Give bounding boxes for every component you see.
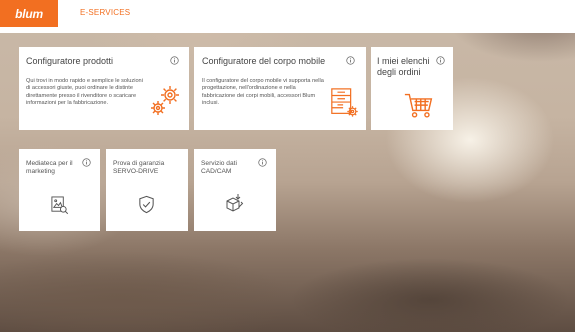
cabinet-config-icon xyxy=(331,88,358,117)
tile-title: Configuratore del corpo mobile xyxy=(202,56,326,66)
tile-title: Servizio dati CAD/CAM xyxy=(201,160,237,175)
tile-description: Il configuratore del corpo mobile vi sup… xyxy=(202,78,324,106)
tile-servo-drive-warranty[interactable]: Prova di garanzia SERVO-DRIVE xyxy=(106,149,188,231)
tile-title: Mediateca per il marketing xyxy=(26,160,73,175)
tile-media-library[interactable]: Mediateca per il marketing xyxy=(19,149,100,231)
tile-order-lists[interactable]: I miei elenchi degli ordini xyxy=(371,47,453,130)
tile-cabinet-configurator[interactable]: Configuratore del corpo mobile Il config… xyxy=(194,47,366,130)
info-icon[interactable] xyxy=(170,56,179,65)
tile-product-configurator[interactable]: Configuratore prodotti Qui trovi in modo… xyxy=(19,47,189,130)
info-icon[interactable] xyxy=(82,158,91,167)
media-search-icon xyxy=(51,196,69,215)
tile-title: Prova di garanzia SERVO-DRIVE xyxy=(113,160,165,175)
gears-icon xyxy=(151,86,179,115)
shopping-cart-icon xyxy=(404,93,433,118)
tile-title: Configuratore prodotti xyxy=(26,56,114,66)
tile-cad-cam-data[interactable]: Servizio dati CAD/CAM xyxy=(194,149,276,231)
shield-check-icon xyxy=(139,195,154,214)
info-icon[interactable] xyxy=(258,158,267,167)
info-icon[interactable] xyxy=(436,56,445,65)
info-icon[interactable] xyxy=(346,56,355,65)
blum-logo[interactable]: blum xyxy=(0,0,58,27)
logo-text: blum xyxy=(15,6,43,21)
top-bar: blum E-SERVICES xyxy=(0,0,575,33)
nav-e-services[interactable]: E-SERVICES xyxy=(80,8,130,17)
tile-description: Qui trovi in modo rapido e semplice le s… xyxy=(26,78,143,106)
cad-cube-icon xyxy=(226,194,244,212)
tile-title: I miei elenchi degli ordini xyxy=(377,56,430,77)
